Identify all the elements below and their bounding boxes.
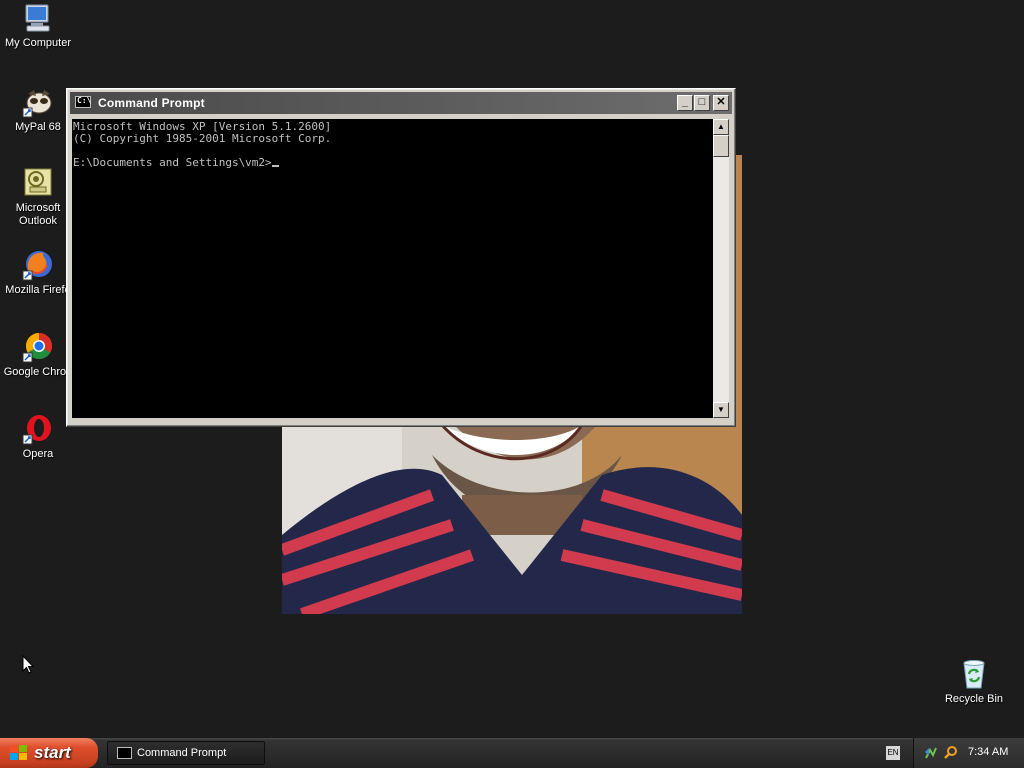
console-line: (C) Copyright 1985-2001 Microsoft Corp. [73,132,332,145]
start-label: start [34,743,71,762]
desktop-icon-label: Mozilla Firefo [5,284,71,296]
network-tray-icon[interactable] [924,746,938,760]
console-app-icon [117,747,132,759]
clock[interactable]: 7:34 AM [968,746,1008,758]
close-button[interactable]: ✕ [713,95,729,111]
maximize-button[interactable]: □ [694,95,710,111]
mouse-pointer-icon [22,654,35,675]
desktop-icon-recycle-bin[interactable]: Recycle Bin [936,658,1012,706]
console-app-icon: C:\ [75,96,91,108]
windows-flag-icon [10,745,28,761]
mypal-icon [22,86,54,118]
recycle-bin-icon [958,658,990,690]
minimize-button[interactable]: _ [677,95,693,111]
text-cursor [271,165,279,167]
command-prompt-window[interactable]: C:\ Command Prompt _ □ ✕ Microsoft Windo… [66,88,736,427]
computer-icon [22,2,54,34]
desktop-icon-label: My Computer [4,37,72,49]
window-title: Command Prompt [98,96,205,110]
taskbar-button-label: Command Prompt [137,747,227,759]
search-tray-icon[interactable] [944,745,958,759]
scroll-thumb[interactable] [713,135,729,157]
firefox-icon [22,249,54,281]
desktop-icon-label: Microsoft Outlook [15,202,61,227]
chrome-icon [22,331,54,363]
desktop-icon-mypal[interactable]: MyPal 68 [0,86,76,134]
desktop-icon-outlook[interactable]: Microsoft Outlook [0,167,76,228]
start-button[interactable]: start [0,738,98,768]
desktop-icon-firefox[interactable]: Mozilla Firefo [0,249,76,297]
console-prompt: E:\Documents and Settings\vm2> [73,156,272,169]
desktop-icon-label: Recycle Bin [944,693,1004,705]
vertical-scrollbar[interactable]: ▲ ▼ [713,119,729,418]
console-prompt-line: E:\Documents and Settings\vm2> [73,157,712,169]
scroll-up-arrow-icon[interactable]: ▲ [713,119,729,135]
desktop-icon-label: Opera [22,448,54,460]
console-output[interactable]: Microsoft Windows XP [Version 5.1.2600] … [72,119,713,418]
outlook-icon [22,167,54,199]
desktop-icon-opera[interactable]: Opera [0,413,76,461]
scroll-down-arrow-icon[interactable]: ▼ [713,402,729,418]
language-indicator[interactable]: EN [886,746,900,760]
taskbar: start Command Prompt EN 7:34 AM [0,738,1024,768]
desktop-icon-label: MyPal 68 [15,121,61,133]
desktop-icon-label: Google Chron [3,366,73,378]
system-tray: 7:34 AM [913,738,1024,768]
window-titlebar[interactable]: C:\ Command Prompt _ □ ✕ [70,92,732,114]
taskbar-button-command-prompt[interactable]: Command Prompt [107,741,265,765]
desktop-icon-my-computer[interactable]: My Computer [0,2,76,50]
opera-icon [22,413,54,445]
desktop-icon-chrome[interactable]: Google Chron [0,331,76,379]
